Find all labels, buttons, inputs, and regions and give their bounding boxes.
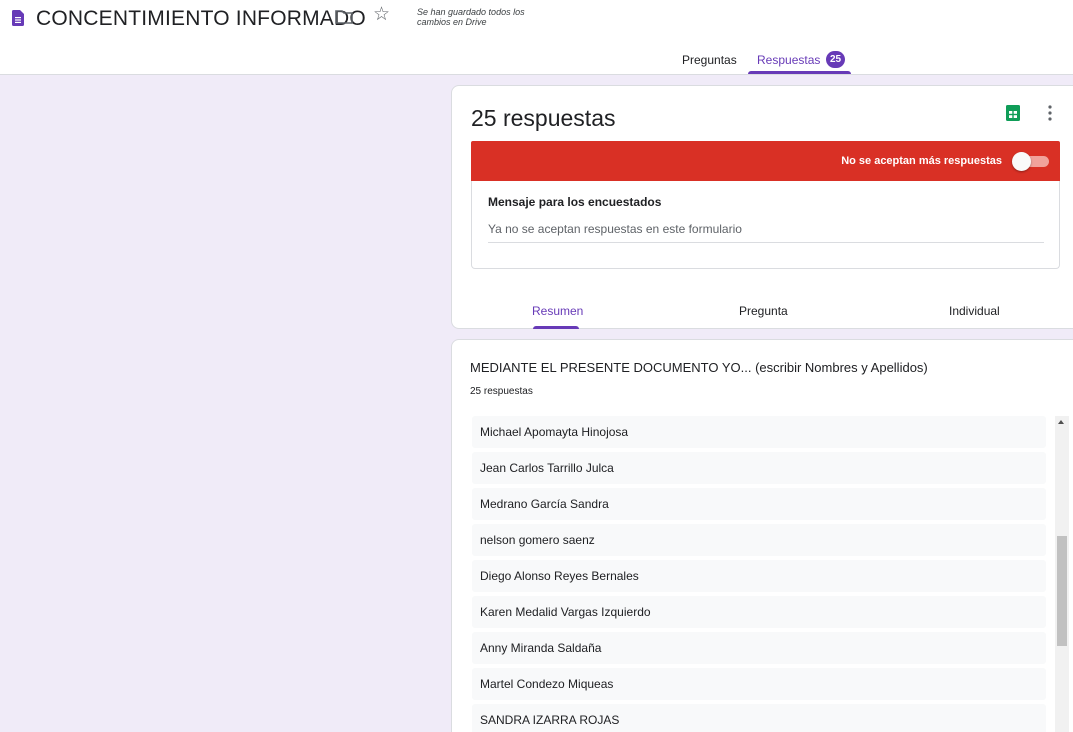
folder-icon[interactable]	[335, 10, 353, 24]
answers-scrollbar[interactable]	[1055, 416, 1069, 732]
save-status-line1: Se han guardado todos los	[417, 7, 525, 17]
list-item: Karen Medalid Vargas Izquierdo	[472, 596, 1046, 628]
scrollbar-thumb[interactable]	[1057, 536, 1067, 646]
more-vert-icon[interactable]	[1048, 104, 1052, 122]
forms-doc-icon[interactable]	[12, 10, 24, 26]
respondent-message-box: Mensaje para los encuestados Ya no se ac…	[471, 181, 1060, 269]
responses-count-title: 25 respuestas	[471, 105, 616, 131]
question-response-count: 25 respuestas	[470, 386, 533, 397]
message-input-underline	[488, 242, 1044, 243]
question-summary-card: MEDIANTE EL PRESENTE DOCUMENTO YO... (es…	[451, 339, 1073, 732]
question-title: MEDIANTE EL PRESENTE DOCUMENTO YO... (es…	[470, 360, 928, 375]
tab-respuestas[interactable]: Respuestas	[757, 53, 820, 67]
toggle-thumb[interactable]	[1012, 152, 1031, 171]
answers-list: Michael Apomayta Hinojosa Jean Carlos Ta…	[472, 416, 1046, 732]
responses-count-badge: 25	[826, 51, 845, 68]
responses-summary-card: 25 respuestas No se aceptan más respuest…	[451, 85, 1073, 329]
list-item: Medrano García Sandra	[472, 488, 1046, 520]
subtab-individual[interactable]: Individual	[949, 304, 1000, 318]
message-label: Mensaje para los encuestados	[488, 195, 662, 209]
subtab-pregunta[interactable]: Pregunta	[739, 304, 788, 318]
list-item: Diego Alonso Reyes Bernales	[472, 560, 1046, 592]
active-subtab-indicator	[533, 326, 579, 329]
top-header: CONCENTIMIENTO INFORMADO ☆ Se han guarda…	[0, 0, 1073, 75]
accepting-responses-label: No se aceptan más respuestas	[841, 155, 1002, 167]
list-item: nelson gomero saenz	[472, 524, 1046, 556]
active-tab-indicator	[748, 71, 851, 74]
form-title[interactable]: CONCENTIMIENTO INFORMADO	[36, 7, 366, 31]
list-item: Martel Condezo Miqueas	[472, 668, 1046, 700]
message-input[interactable]: Ya no se aceptan respuestas en este form…	[488, 222, 742, 236]
list-item: Jean Carlos Tarrillo Julca	[472, 452, 1046, 484]
list-item: Michael Apomayta Hinojosa	[472, 416, 1046, 448]
save-status: Se han guardado todos los cambios en Dri…	[417, 7, 557, 27]
save-status-line2: cambios en Drive	[417, 17, 487, 27]
not-accepting-banner: No se aceptan más respuestas	[471, 141, 1060, 181]
list-item: Anny Miranda Saldaña	[472, 632, 1046, 664]
tab-preguntas[interactable]: Preguntas	[682, 53, 737, 67]
scroll-up-arrow-icon[interactable]	[1058, 420, 1064, 424]
subtab-resumen[interactable]: Resumen	[532, 304, 583, 318]
star-outline-icon[interactable]: ☆	[373, 5, 390, 25]
sheets-icon[interactable]	[1006, 105, 1020, 121]
list-item: SANDRA IZARRA ROJAS	[472, 704, 1046, 732]
